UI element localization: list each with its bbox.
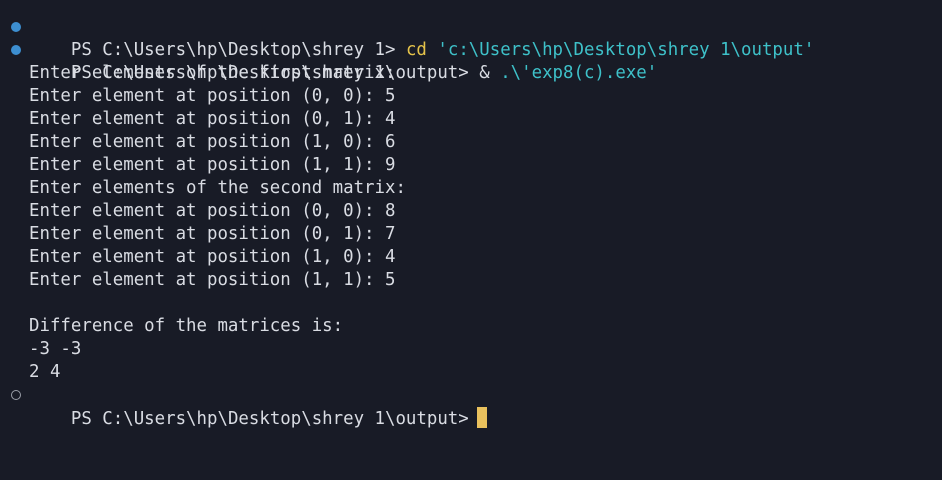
- output-line: Difference of the matrices is:: [29, 316, 344, 336]
- output-line: Enter element at position (1, 0): 4: [29, 247, 396, 267]
- output-line: Enter element at position (1, 1): 5: [29, 270, 396, 290]
- command-line-current[interactable]: PS C:\Users\hp\Desktop\shrey 1\output>: [0, 384, 942, 429]
- command-line-run: PS C:\Users\hp\Desktop\shrey 1\output> &…: [0, 39, 942, 83]
- output-line: Enter element at position (0, 1): 7: [29, 224, 396, 244]
- output-line: Enter element at position (1, 1): 9: [29, 155, 396, 175]
- output-line: Enter element at position (0, 0): 5: [29, 86, 396, 106]
- terminal-cursor: [476, 407, 487, 428]
- output-line: Enter element at position (1, 0): 6: [29, 132, 396, 152]
- prompt-text: PS C:\Users\hp\Desktop\shrey 1\output>: [70, 409, 469, 429]
- output-line: -3 -3: [29, 339, 82, 359]
- output-line: Enter element at position (0, 0): 8: [29, 201, 396, 221]
- terminal-panel[interactable]: PS C:\Users\hp\Desktop\shrey 1> cd 'c:\U…: [0, 0, 942, 480]
- command-success-decoration-icon[interactable]: [11, 22, 21, 32]
- output-line: Enter elements of the second matrix:: [29, 178, 406, 198]
- output-line: 2 4: [29, 362, 61, 382]
- command-line-cd: PS C:\Users\hp\Desktop\shrey 1> cd 'c:\U…: [0, 16, 942, 60]
- command-success-decoration-icon[interactable]: [11, 45, 21, 55]
- output-line: Enter element at position (0, 1): 4: [29, 109, 396, 129]
- command-pending-decoration-icon[interactable]: [11, 390, 21, 400]
- output-line: Enter elements of the first matrix:: [29, 63, 396, 83]
